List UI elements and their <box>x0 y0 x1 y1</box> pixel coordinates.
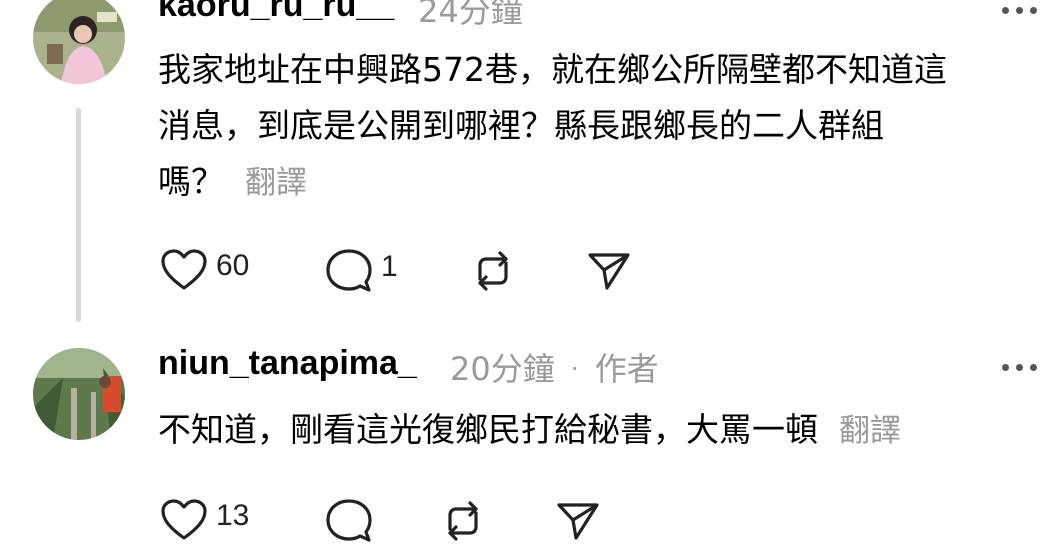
comment-text-line: 嗎？ 翻譯 <box>158 162 307 201</box>
like-count: 13 <box>216 499 250 532</box>
more-icon[interactable] <box>1000 0 1040 20</box>
comment-text-line: 不知道，剛看這光復鄉民打給秘書，大罵一頓 翻譯 <box>158 410 901 449</box>
like-button[interactable]: 60 <box>160 248 249 292</box>
reply-count: 1 <box>381 250 398 283</box>
avatar[interactable] <box>33 348 125 440</box>
reply-button[interactable]: 1 <box>325 248 398 294</box>
timestamp: 24分鐘 <box>418 0 523 30</box>
repost-icon <box>448 501 478 541</box>
comment-text-line: 我家地址在中興路572巷，就在鄉公所隔壁都不知道這 <box>158 50 947 89</box>
heart-icon <box>161 499 207 540</box>
author-tag: 作者 <box>594 350 659 388</box>
like-button[interactable]: 13 <box>160 498 249 542</box>
timestamp: 20分鐘 <box>450 350 555 388</box>
translate-link[interactable]: 翻譯 <box>245 165 307 201</box>
share-button[interactable] <box>555 500 601 542</box>
comment-text: 我家地址在中興路572巷，就在鄉公所隔壁都不知道這 消息，到底是公開到哪裡？縣長… <box>158 42 947 211</box>
heart-icon <box>161 249 207 290</box>
more-icon[interactable] <box>1000 357 1040 377</box>
comment-meta: 20分鐘 · 作者 <box>450 344 659 390</box>
send-icon <box>588 253 630 290</box>
comment-text: 不知道，剛看這光復鄉民打給秘書，大罵一頓 翻譯 <box>158 402 901 459</box>
repost-button[interactable] <box>440 499 486 543</box>
repost-icon <box>478 251 508 291</box>
repost-button[interactable] <box>470 249 516 293</box>
translate-link[interactable]: 翻譯 <box>839 413 901 449</box>
username[interactable]: niun_tanapima_ <box>158 344 417 383</box>
share-button[interactable] <box>586 250 632 292</box>
reply-button[interactable] <box>325 498 373 544</box>
send-icon <box>557 503 599 540</box>
comment-icon <box>326 249 372 292</box>
avatar[interactable] <box>33 0 125 84</box>
thread-line <box>76 108 81 322</box>
like-count: 60 <box>216 249 250 282</box>
comment-icon <box>326 499 372 542</box>
meta-separator: · <box>570 355 579 383</box>
comment-text-line: 消息，到底是公開到哪裡？縣長跟鄉長的二人群組 <box>158 106 884 145</box>
username[interactable]: kaoru_ru_ru__ <box>158 0 394 25</box>
